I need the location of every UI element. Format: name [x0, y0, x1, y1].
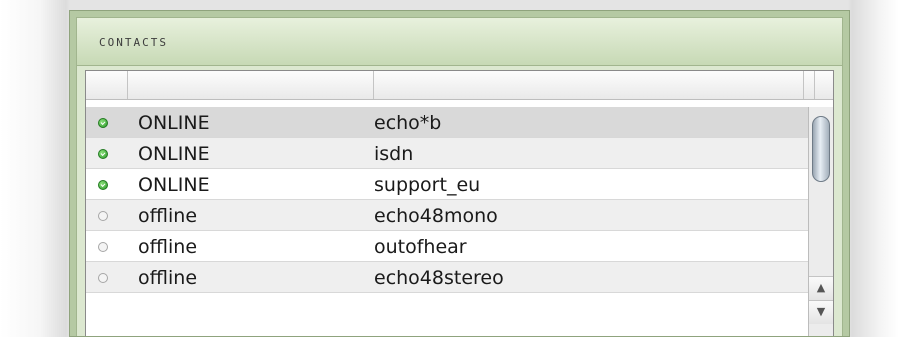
contact-status: ONLINE — [138, 143, 210, 165]
contacts-panel-inner: CONTACTS ONLINE echo*b ONLINE isdn ONLIN… — [76, 17, 843, 336]
offline-status-icon — [98, 273, 108, 283]
vertical-scrollbar[interactable]: ▲ ▼ — [808, 107, 833, 336]
contact-name: echo*b — [374, 112, 442, 134]
offline-status-icon — [98, 211, 108, 221]
scroll-down-arrow-icon[interactable]: ▼ — [809, 300, 833, 324]
contact-name: isdn — [374, 143, 414, 165]
contact-status: ONLINE — [138, 112, 210, 134]
contact-row[interactable]: offline outofhear — [86, 231, 808, 262]
contact-status: ONLINE — [138, 174, 210, 196]
contacts-title: CONTACTS — [99, 36, 168, 49]
contact-row[interactable]: offline echo48mono — [86, 200, 808, 231]
column-header-name[interactable] — [374, 71, 804, 99]
contact-name: echo48stereo — [374, 267, 504, 289]
contacts-list: ONLINE echo*b ONLINE isdn ONLINE support… — [86, 107, 808, 293]
contact-name: echo48mono — [374, 205, 498, 227]
contact-status: offline — [138, 236, 198, 258]
contacts-table: ONLINE echo*b ONLINE isdn ONLINE support… — [85, 70, 834, 336]
column-header-status-icon[interactable] — [86, 71, 128, 99]
contact-name: outofhear — [374, 236, 467, 258]
offline-status-icon — [98, 242, 108, 252]
online-status-icon — [98, 149, 108, 159]
contact-status: offline — [138, 205, 198, 227]
contact-row[interactable]: ONLINE isdn — [86, 138, 808, 169]
contact-status: offline — [138, 267, 198, 289]
contacts-panel: CONTACTS ONLINE echo*b ONLINE isdn ONLIN… — [69, 10, 850, 337]
contact-row[interactable]: ONLINE echo*b — [86, 107, 808, 138]
scroll-up-arrow-icon[interactable]: ▲ — [809, 276, 833, 300]
scrollbar-thumb[interactable] — [812, 116, 830, 182]
online-status-icon — [98, 180, 108, 190]
contact-row[interactable]: offline echo48stereo — [86, 262, 808, 293]
column-header-spacer — [804, 71, 815, 99]
column-header-bar — [86, 71, 833, 100]
contact-name: support_eu — [374, 174, 481, 196]
contacts-header: CONTACTS — [77, 18, 842, 66]
online-status-icon — [98, 118, 108, 128]
column-header-status[interactable] — [128, 71, 374, 99]
contact-row[interactable]: ONLINE support_eu — [86, 169, 808, 200]
